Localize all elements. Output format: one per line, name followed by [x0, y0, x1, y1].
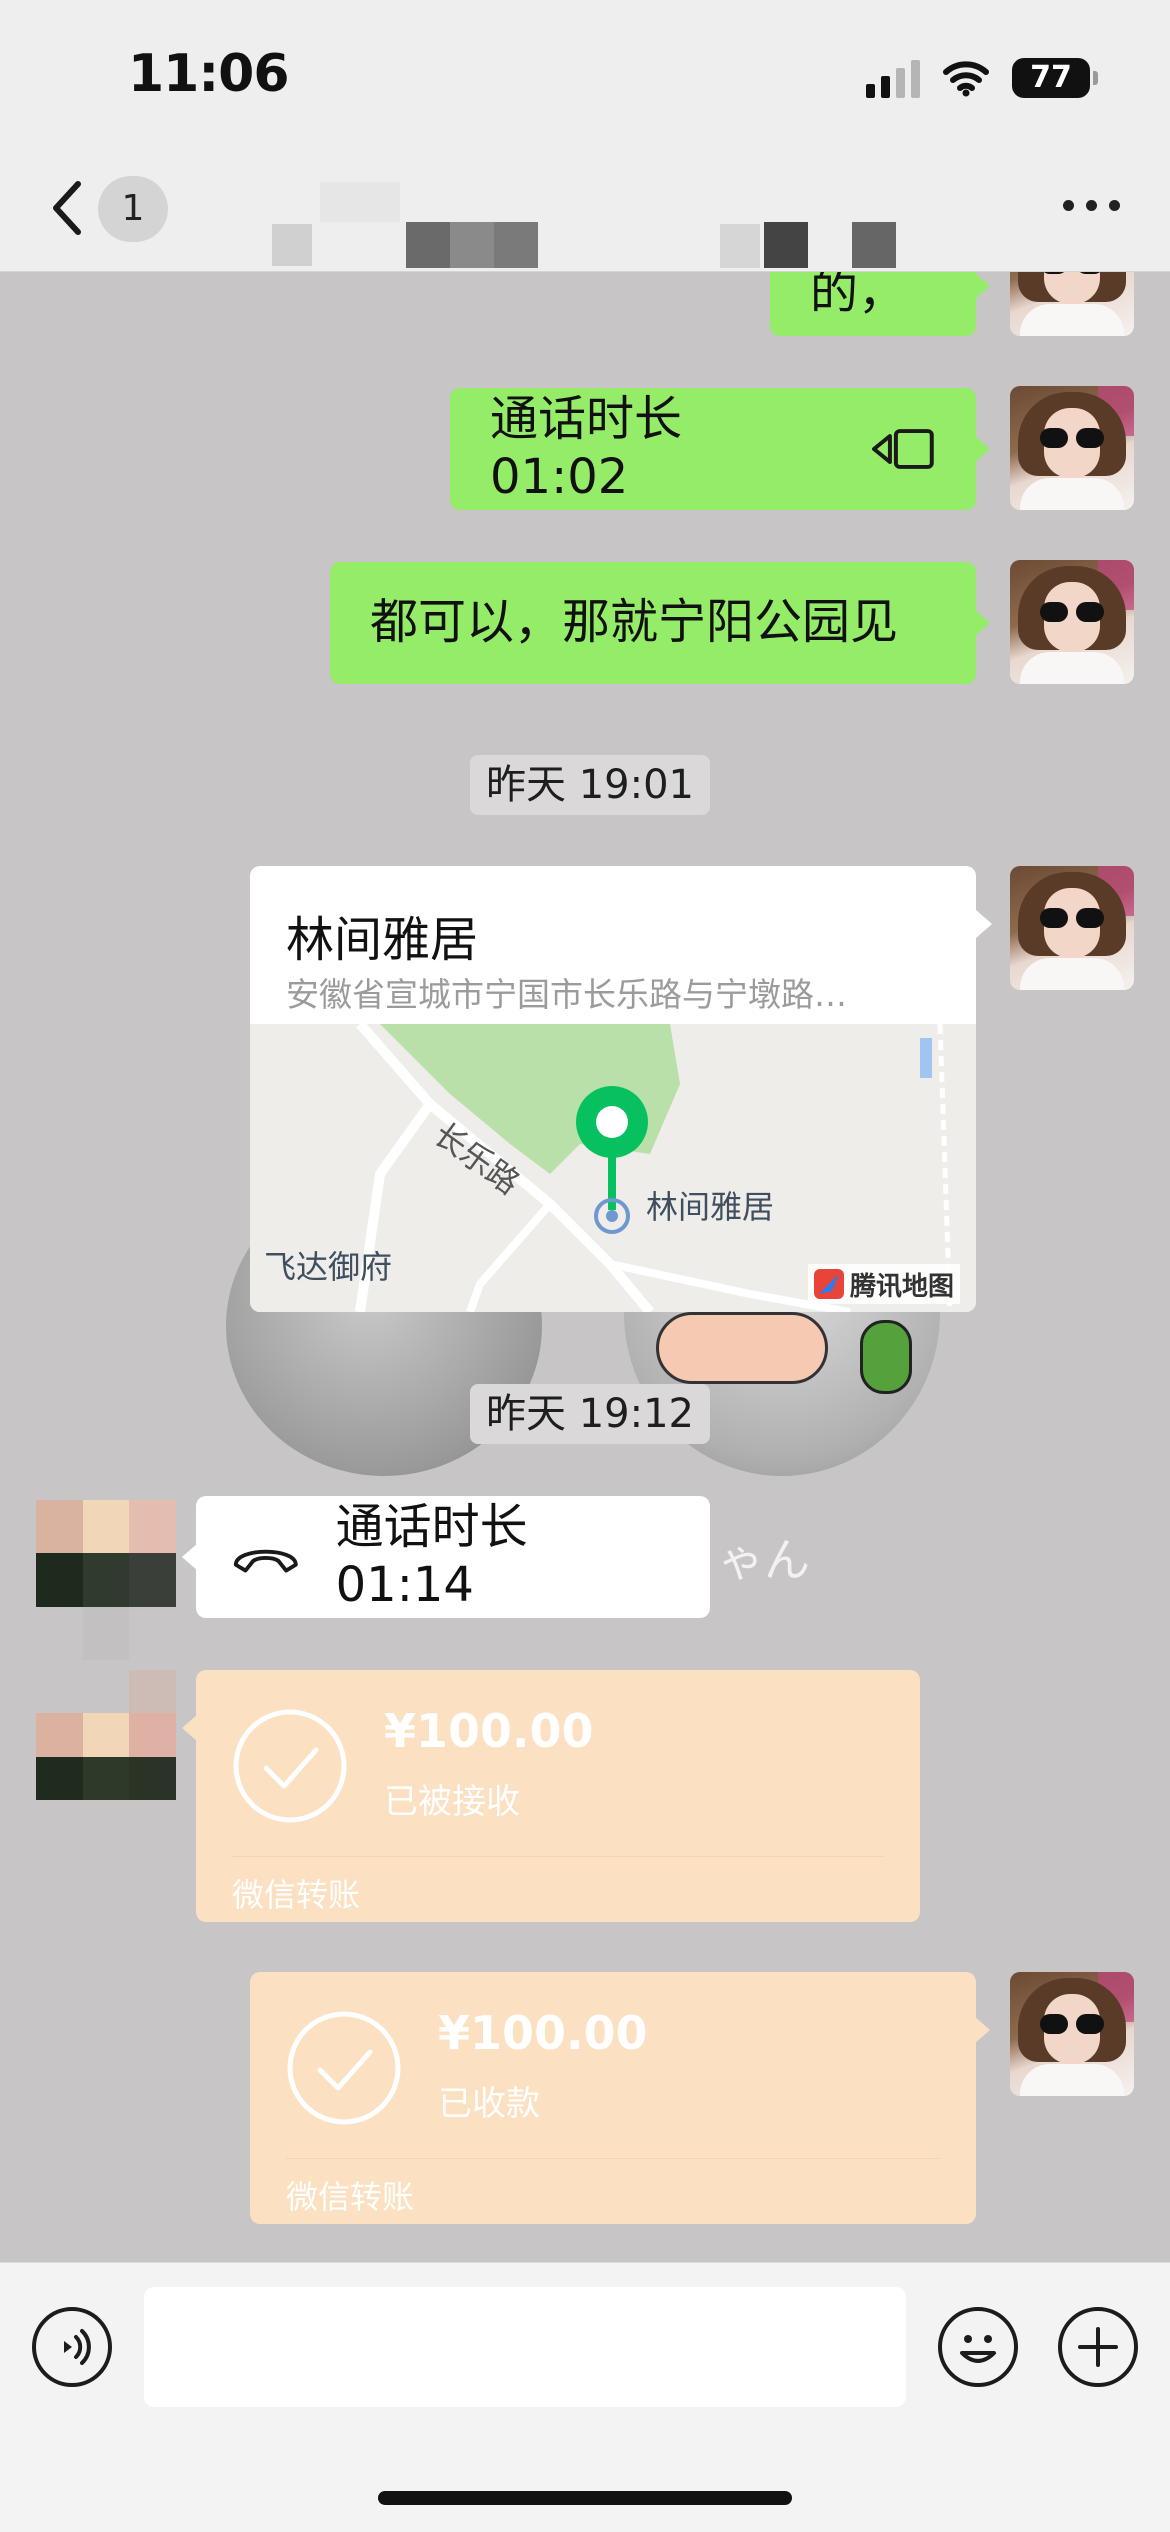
map-poi-label: 林间雅居: [646, 1188, 775, 1226]
my-avatar[interactable]: [1010, 560, 1134, 684]
emoji-button[interactable]: [938, 2307, 1018, 2387]
location-address: 安徽省宣城市宁国市长乐路与宁墩路…: [286, 975, 847, 1014]
transfer-amount: ¥100.00: [438, 2006, 648, 2060]
check-icon: [233, 1709, 347, 1823]
transfer-brand: 微信转账: [286, 2178, 415, 2216]
location-map: 长乐路 林间雅居 飞达御府 腾讯地图: [250, 1020, 976, 1312]
location-title: 林间雅居: [286, 912, 479, 968]
map-brand: 腾讯地图: [807, 1264, 960, 1304]
my-avatar[interactable]: [1010, 1972, 1134, 2096]
emoji-icon: [960, 2335, 996, 2363]
call-duration-text: 通话时长 01:14: [335, 1499, 528, 1613]
overflow-text: ゃん: [718, 1533, 810, 1587]
input-bar: [0, 2262, 1170, 2532]
transfer-divider: [286, 2158, 940, 2159]
transfer-brand: 微信转账: [232, 1876, 361, 1914]
top-bar: 11:06 77 1: [0, 0, 1170, 272]
transfer-status: 已被接收: [384, 1782, 520, 1822]
plus-icon: [1078, 2327, 1118, 2367]
signal-icon: [866, 58, 920, 98]
my-avatar[interactable]: [1010, 386, 1134, 510]
transfer-amount: ¥100.00: [384, 1704, 594, 1758]
location-card[interactable]: 林间雅居 安徽省宣城市宁国市长乐路与宁墩路… 长乐路 林间雅居 飞达御府 腾讯地…: [250, 866, 976, 1312]
unread-count-badge[interactable]: 1: [98, 176, 168, 242]
home-indicator: [378, 2491, 792, 2505]
call-record-bubble-outgoing[interactable]: 通话时长 01:02: [450, 388, 990, 510]
timestamp-divider: 昨天 19:01: [470, 755, 710, 815]
voice-icon: [64, 2329, 91, 2365]
message-bubble-outgoing[interactable]: 都可以，那就宁阳公园见: [330, 562, 990, 684]
contact-avatar[interactable]: [36, 1500, 176, 1660]
tencent-map-icon: [813, 1269, 844, 1299]
transfer-card-received[interactable]: ¥100.00 已被接收 微信转账: [182, 1670, 920, 1922]
phone-hangup-icon: [233, 1549, 298, 1573]
map-poi-label-secondary: 飞达御府: [264, 1248, 393, 1286]
map-pin-icon: [576, 1086, 648, 1234]
contact-avatar[interactable]: [36, 1670, 176, 1800]
more-icon[interactable]: [1063, 200, 1120, 211]
transfer-card-collected[interactable]: ¥100.00 已收款 微信转账: [250, 1972, 990, 2224]
call-duration-text: 通话时长 01:02: [490, 391, 683, 505]
status-time: 11:06: [128, 44, 290, 104]
my-avatar[interactable]: [1010, 866, 1134, 990]
timestamp-divider: 昨天 19:12: [470, 1384, 710, 1444]
battery-indicator: 77: [1012, 58, 1098, 98]
call-record-bubble-incoming[interactable]: 通话时长 01:14: [182, 1496, 710, 1618]
status-icons: 77: [866, 54, 1098, 102]
plus-button[interactable]: [1058, 2307, 1138, 2387]
message-input[interactable]: [144, 2287, 906, 2407]
location-card-tail: [976, 910, 992, 938]
voice-input-button[interactable]: [32, 2307, 112, 2387]
video-call-icon: [872, 429, 935, 469]
message-text: 都可以，那就宁阳公园见: [370, 594, 899, 651]
wifi-icon: [943, 61, 989, 97]
back-chevron-icon[interactable]: [46, 178, 90, 238]
transfer-divider: [232, 1856, 884, 1857]
check-icon: [287, 2011, 401, 2125]
transfer-status: 已收款: [438, 2084, 540, 2124]
